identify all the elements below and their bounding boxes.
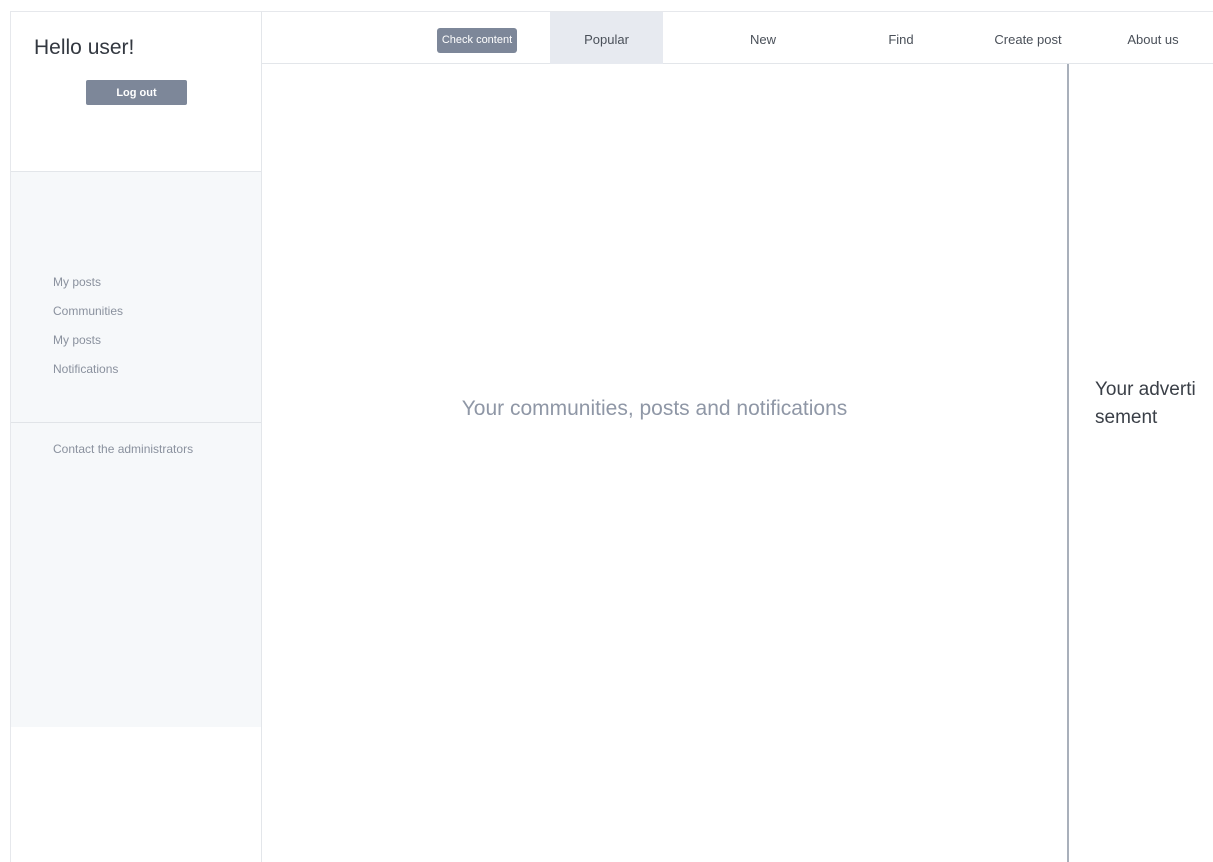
- sidebar-divider: [11, 422, 261, 423]
- user-panel: Hello user! Log out: [11, 12, 261, 172]
- sidebar-item-notifications[interactable]: Notifications: [53, 359, 123, 388]
- sidebar-item-my-posts-2[interactable]: My posts: [53, 330, 123, 359]
- tab-popular[interactable]: Popular: [550, 12, 663, 64]
- check-content-button[interactable]: Check content: [437, 28, 517, 53]
- advertisement-panel: Your advertisement: [1067, 64, 1213, 862]
- tab-new[interactable]: New: [708, 12, 818, 64]
- main-placeholder-text: Your communities, posts and notification…: [461, 397, 848, 420]
- sidebar-menu: My posts Communities My posts Notificati…: [11, 172, 261, 727]
- greeting-text: Hello user!: [34, 36, 135, 59]
- tab-about-us[interactable]: About us: [1098, 12, 1208, 64]
- sidebar-menu-list: My posts Communities My posts Notificati…: [53, 272, 123, 388]
- logout-button[interactable]: Log out: [86, 80, 187, 105]
- main-content: Your communities, posts and notification…: [262, 64, 1067, 862]
- sidebar-item-my-posts[interactable]: My posts: [53, 272, 123, 301]
- contact-administrators-link[interactable]: Contact the administrators: [53, 442, 193, 456]
- tab-find[interactable]: Find: [846, 12, 956, 64]
- sidebar-item-communities[interactable]: Communities: [53, 301, 123, 330]
- tab-create-post[interactable]: Create post: [973, 12, 1083, 64]
- advertisement-text: Your advertisement: [1095, 379, 1196, 428]
- app-window: Hello user! Log out My posts Communities…: [10, 11, 1213, 862]
- sidebar: Hello user! Log out My posts Communities…: [10, 11, 262, 862]
- top-nav: Check content Popular New Find Create po…: [262, 11, 1213, 64]
